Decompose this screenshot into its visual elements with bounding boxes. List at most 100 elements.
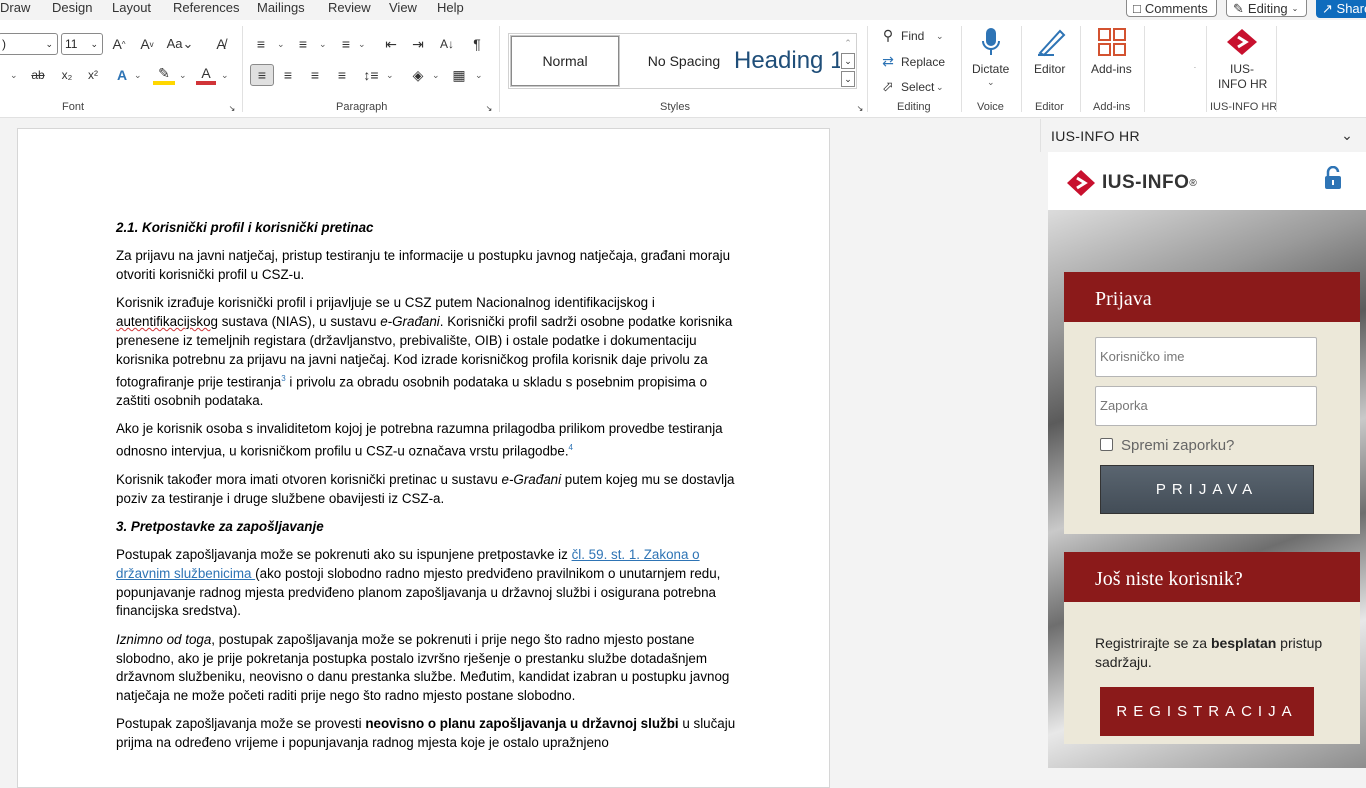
addins-grid-icon bbox=[1098, 28, 1126, 56]
chevron-down-icon[interactable]: ⌄ bbox=[386, 70, 394, 81]
ribbon-separator bbox=[961, 26, 962, 112]
shading-icon[interactable]: ◈ bbox=[408, 65, 428, 85]
font-name-combo[interactable]: ) ⌄ bbox=[0, 33, 58, 55]
decrease-indent-icon[interactable]: ⇤ bbox=[381, 34, 401, 54]
chevron-down-icon[interactable]: ⌄ bbox=[179, 70, 187, 81]
comments-button[interactable]: □ Comments bbox=[1126, 0, 1217, 17]
editor-group-label: Editor bbox=[1035, 101, 1064, 113]
chevron-down-icon: ⌄ bbox=[45, 39, 53, 49]
document-page[interactable]: 2.1. Korisnički profil i korisnički pret… bbox=[17, 128, 830, 788]
align-left-icon[interactable]: ≡ bbox=[250, 64, 274, 86]
sort-icon[interactable]: A↓ bbox=[437, 34, 457, 54]
chevron-down-icon[interactable]: ⌄ bbox=[1339, 125, 1355, 145]
menu-design[interactable]: Design bbox=[52, 0, 92, 16]
chevron-down-icon: ⌄ bbox=[1291, 3, 1299, 13]
login-title: Prijava bbox=[1064, 272, 1360, 322]
replace-button[interactable]: Replace bbox=[901, 55, 945, 69]
voice-group-label: Voice bbox=[977, 101, 1004, 113]
multilevel-list-icon[interactable]: ≡ bbox=[336, 34, 356, 54]
share-icon: ↗ bbox=[1322, 1, 1333, 16]
dialog-launcher-icon[interactable]: ↘ bbox=[855, 103, 865, 113]
style-heading[interactable]: Heading 1 bbox=[734, 36, 840, 86]
iusinfo-logo-icon bbox=[1067, 170, 1095, 196]
styles-group-label: Styles bbox=[660, 101, 690, 113]
spelling-error[interactable]: autentifikacijskog bbox=[116, 314, 218, 329]
change-case-icon[interactable]: Aa⌄ bbox=[164, 34, 196, 54]
menu-references[interactable]: References bbox=[173, 0, 239, 16]
editing-group-label: Editing bbox=[897, 101, 931, 113]
replace-icon[interactable]: ⇄ bbox=[880, 52, 896, 70]
username-input[interactable]: Korisničko ime bbox=[1095, 337, 1317, 377]
font-group-label: Font bbox=[62, 101, 85, 113]
grow-font-icon[interactable]: A ^ bbox=[108, 34, 130, 54]
line-spacing-icon[interactable]: ↕≡ bbox=[361, 65, 381, 85]
microphone-icon bbox=[982, 28, 1000, 55]
addins-group-label: Add-ins bbox=[1093, 101, 1131, 113]
align-center-icon[interactable]: ≡ bbox=[278, 65, 298, 85]
chevron-down-icon[interactable]: ⌄ bbox=[10, 70, 18, 81]
style-no-spacing[interactable]: No Spacing bbox=[629, 36, 739, 86]
show-formatting-icon[interactable]: ¶ bbox=[467, 34, 487, 54]
password-input[interactable]: Zaporka bbox=[1095, 386, 1317, 426]
increase-indent-icon[interactable]: ⇥ bbox=[408, 34, 428, 54]
find-button[interactable]: Find bbox=[901, 29, 924, 43]
chevron-down-icon[interactable]: ⌄ bbox=[134, 70, 142, 81]
remember-label[interactable]: Spremi zaporku? bbox=[1121, 437, 1234, 454]
chevron-down-icon: ⌄ bbox=[987, 77, 995, 87]
chevron-down-icon[interactable]: ⌄ bbox=[221, 70, 229, 81]
chevron-down-icon[interactable]: ⌄ bbox=[319, 39, 327, 50]
text-effects-icon[interactable]: A bbox=[111, 65, 133, 85]
menu-mailings[interactable]: Mailings bbox=[257, 0, 305, 16]
bullets-icon[interactable]: ≡ bbox=[251, 34, 271, 54]
justify-icon[interactable]: ≡ bbox=[332, 65, 352, 85]
menu-review[interactable]: Review bbox=[328, 0, 371, 16]
paragraph: Korisnik izrađuje korisnički profil i pr… bbox=[116, 295, 733, 408]
gallery-down-icon[interactable]: ⌄ bbox=[841, 53, 855, 69]
chevron-down-icon[interactable]: ⌄ bbox=[358, 39, 366, 50]
editing-mode-button[interactable]: ✎ Editing ⌄ bbox=[1226, 0, 1307, 17]
chevron-down-icon: ⌄ bbox=[90, 39, 98, 49]
menu-draw[interactable]: Draw bbox=[0, 0, 30, 16]
subscript-icon[interactable]: x₂ bbox=[56, 65, 78, 85]
borders-icon[interactable]: ▦ bbox=[449, 65, 469, 85]
document-body[interactable]: 2.1. Korisnički profil i korisnički pret… bbox=[116, 219, 736, 763]
cursor-icon[interactable]: ⬀ bbox=[880, 77, 896, 95]
gallery-more-icon[interactable]: ⌄ bbox=[841, 71, 855, 87]
menu-layout[interactable]: Layout bbox=[112, 0, 151, 16]
chevron-down-icon[interactable]: ⌄ bbox=[475, 70, 483, 81]
menu-view[interactable]: View bbox=[389, 0, 417, 16]
align-right-icon[interactable]: ≡ bbox=[305, 65, 325, 85]
strikethrough-icon[interactable]: ab bbox=[27, 65, 49, 85]
chevron-down-icon[interactable]: ⌄ bbox=[277, 39, 285, 50]
task-pane-header: IUS-INFO HR ⌄ bbox=[1040, 119, 1366, 152]
ribbon: ) ⌄ 11 ⌄ A ^ Av Aa⌄ A̸ ⌄ ab x₂ x² A ⌄ ✎ ⌄… bbox=[0, 20, 1366, 118]
numbering-icon[interactable]: ≡ bbox=[293, 34, 313, 54]
ribbon-separator bbox=[499, 26, 500, 112]
remember-checkbox[interactable] bbox=[1100, 438, 1113, 451]
font-color-icon[interactable]: A bbox=[196, 65, 216, 85]
iusinfo-group-label: IUS-INFO HR bbox=[1210, 101, 1278, 113]
select-button[interactable]: Select bbox=[901, 80, 934, 94]
shrink-font-icon[interactable]: Av bbox=[136, 34, 158, 54]
task-pane-title: IUS-INFO HR bbox=[1051, 128, 1140, 144]
search-icon[interactable]: ⚲ bbox=[880, 26, 896, 44]
lock-icon[interactable] bbox=[1322, 166, 1344, 190]
font-size-combo[interactable]: 11 ⌄ bbox=[61, 33, 103, 55]
highlight-icon[interactable]: ✎ bbox=[153, 65, 175, 85]
clear-formatting-icon[interactable]: A̸ bbox=[210, 34, 232, 54]
chevron-down-icon[interactable]: ⌄ bbox=[936, 82, 944, 93]
share-button[interactable]: ↗ Share bbox=[1316, 0, 1366, 18]
menu-help[interactable]: Help bbox=[437, 0, 464, 16]
iusinfo-logo: IUS-INFO ® bbox=[1066, 169, 1197, 197]
dialog-launcher-icon[interactable]: ↘ bbox=[227, 103, 237, 113]
style-normal[interactable]: Normal bbox=[510, 35, 620, 87]
gallery-up-icon[interactable]: ⌃ bbox=[841, 35, 855, 51]
dialog-launcher-icon[interactable]: ↘ bbox=[484, 103, 494, 113]
register-button[interactable]: REGISTRACIJA bbox=[1100, 687, 1314, 736]
chevron-down-icon[interactable]: ⌄ bbox=[432, 70, 440, 81]
login-button[interactable]: PRIJAVA bbox=[1100, 465, 1314, 514]
superscript-icon[interactable]: x² bbox=[82, 65, 104, 85]
chevron-down-icon[interactable]: ⌄ bbox=[936, 31, 944, 42]
heading-2-1: 2.1. Korisnički profil i korisnički pret… bbox=[116, 220, 374, 235]
footnote-ref[interactable]: 4 bbox=[569, 443, 573, 452]
